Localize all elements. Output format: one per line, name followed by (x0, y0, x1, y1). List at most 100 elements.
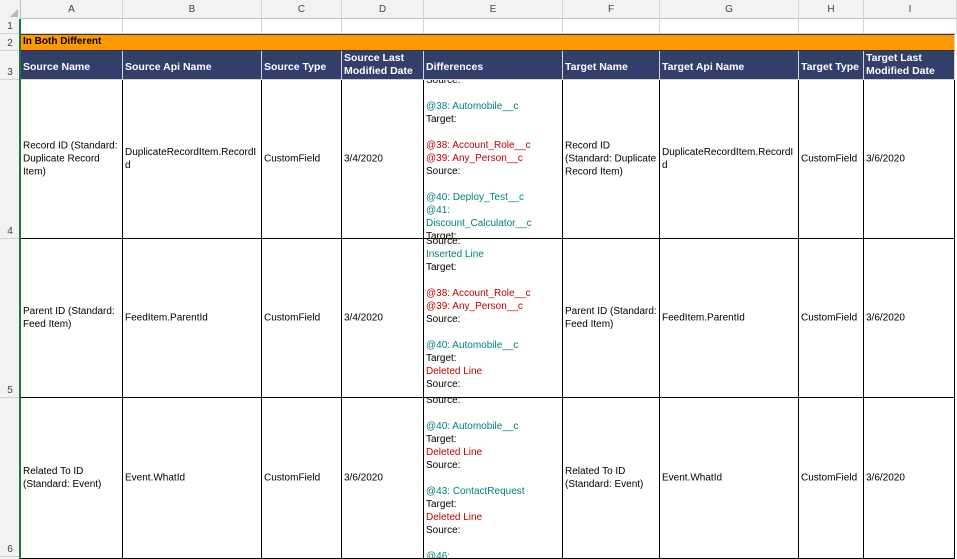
cell-source-date[interactable]: 3/4/2020 (342, 239, 424, 398)
spreadsheet: A B C D E F G H I 1 2 3 4 5 6 In Both Di… (0, 0, 957, 559)
cell-target-api-name[interactable]: DuplicateRecordItem.RecordId (660, 80, 799, 239)
header-label: Source Last Modified Date (344, 52, 421, 78)
cell-source-api-name[interactable]: Event.WhatId (123, 398, 262, 559)
row-header-6[interactable]: 6 (0, 398, 20, 557)
header-source-api-name[interactable]: Source Api Name (123, 51, 262, 80)
cell-source-name[interactable]: Related To ID (Standard: Event) (21, 398, 123, 559)
header-label: Target Type (801, 61, 859, 73)
cell-grid: In Both Different Source Name Source Api… (21, 19, 957, 559)
diff-line (426, 274, 560, 287)
cell-target-name[interactable]: Parent ID (Standard: Feed Item) (563, 239, 660, 398)
header-source-name[interactable]: Source Name (21, 51, 123, 80)
diff-line: @38: Account_Role__c (426, 288, 531, 299)
cell-source-date[interactable]: 3/6/2020 (342, 398, 424, 559)
select-all-corner[interactable] (0, 0, 21, 19)
header-label-line-2: Modified Date (344, 65, 413, 77)
cell-text: Related To ID (Standard: Event) (565, 466, 644, 490)
diff-line: @39: Any_Person__c (426, 301, 523, 312)
column-header-b[interactable]: B (123, 0, 262, 19)
cell-text: CustomField (264, 153, 321, 165)
cell-h1[interactable] (799, 19, 864, 34)
cell-text: CustomField (264, 312, 321, 324)
diff-line (426, 326, 560, 339)
cell-text: Record ID (Standard: Duplicate Record It… (23, 140, 118, 178)
cell-target-name[interactable]: Record ID (Standard: Duplicate Record It… (563, 80, 660, 239)
cell-a1[interactable] (21, 19, 123, 34)
cell-target-type[interactable]: CustomField (799, 80, 864, 239)
diff-line: Source: (426, 525, 461, 536)
header-differences[interactable]: Differences (424, 51, 563, 80)
row-header-label: 1 (7, 21, 13, 32)
section-banner[interactable]: In Both Different (21, 34, 955, 51)
diff-line (426, 407, 560, 420)
diff-line: Source: (426, 166, 461, 177)
header-target-type[interactable]: Target Type (799, 51, 864, 80)
row-header-2[interactable]: 2 (0, 34, 20, 51)
cell-target-name[interactable]: Related To ID (Standard: Event) (563, 398, 660, 559)
header-label: Source Type (264, 61, 327, 73)
column-header-c[interactable]: C (262, 0, 342, 19)
header-source-last-modified[interactable]: Source Last Modified Date (342, 51, 424, 80)
cell-target-date[interactable]: 3/6/2020 (864, 80, 955, 239)
diff-line: Deleted Line (426, 366, 483, 377)
header-target-name[interactable]: Target Name (563, 51, 660, 80)
column-header-a[interactable]: A (21, 0, 123, 19)
row-header-label: 3 (7, 67, 13, 78)
cell-e1[interactable] (424, 19, 563, 34)
cell-source-type[interactable]: CustomField (262, 239, 342, 398)
header-target-last-modified[interactable]: Target Last Modified Date (864, 51, 955, 80)
cell-text: CustomField (801, 312, 858, 324)
cell-target-type[interactable]: CustomField (799, 398, 864, 559)
cell-source-api-name[interactable]: DuplicateRecordItem.RecordId (123, 80, 262, 239)
diff-line: Source: (426, 398, 461, 406)
cell-text: Parent ID (Standard: Feed Item) (565, 306, 657, 330)
row-header-5[interactable]: 5 (0, 239, 20, 398)
cell-b1[interactable] (123, 19, 262, 34)
table-row: Record ID (Standard: Duplicate Record It… (21, 80, 957, 239)
diff-line: @39: Any_Person__c (426, 153, 523, 164)
diff-line (426, 537, 560, 550)
cell-source-name[interactable]: Parent ID (Standard: Feed Item) (21, 239, 123, 398)
header-label-line-1: Target Last (866, 52, 922, 64)
cell-source-type[interactable]: CustomField (262, 398, 342, 559)
cell-target-api-name[interactable]: FeedItem.ParentId (660, 239, 799, 398)
cell-d1[interactable] (342, 19, 424, 34)
cell-source-api-name[interactable]: FeedItem.ParentId (123, 239, 262, 398)
column-header-g[interactable]: G (660, 0, 799, 19)
column-header-f[interactable]: F (563, 0, 660, 19)
diff-line: Target: (426, 114, 457, 125)
cell-text: 3/4/2020 (344, 312, 383, 324)
cell-target-date[interactable]: 3/6/2020 (864, 398, 955, 559)
row-header-1[interactable]: 1 (0, 19, 20, 34)
cell-target-date[interactable]: 3/6/2020 (864, 239, 955, 398)
cell-c1[interactable] (262, 19, 342, 34)
column-header-i[interactable]: I (864, 0, 957, 19)
cell-target-api-name[interactable]: Event.WhatId (660, 398, 799, 559)
header-source-type[interactable]: Source Type (262, 51, 342, 80)
cell-text: FeedItem.ParentId (662, 312, 745, 324)
cell-i1[interactable] (864, 19, 957, 34)
cell-g1[interactable] (660, 19, 799, 34)
cell-differences[interactable]: Source: Inserted Line Target: @38: Account_… (424, 239, 563, 398)
cell-source-type[interactable]: CustomField (262, 80, 342, 239)
column-header-e[interactable]: E (424, 0, 563, 19)
cell-differences[interactable]: Source: @38: Automobile__c Target: @38: Acc… (424, 80, 563, 239)
column-header-d[interactable]: D (342, 0, 424, 19)
cell-target-type[interactable]: CustomField (799, 239, 864, 398)
row-header-4[interactable]: 4 (0, 80, 20, 239)
diff-lines: Source: Inserted Line Target: @38: Account_… (426, 239, 560, 391)
cell-text: DuplicateRecordItem.RecordId (662, 147, 794, 171)
cell-source-date[interactable]: 3/4/2020 (342, 80, 424, 239)
header-target-api-name[interactable]: Target Api Name (660, 51, 799, 80)
cell-source-name[interactable]: Record ID (Standard: Duplicate Record It… (21, 80, 123, 239)
diff-line: @40: Automobile__c (426, 421, 519, 432)
diff-line: Target: (426, 231, 457, 239)
column-header-h[interactable]: H (799, 0, 864, 19)
row-header-3[interactable]: 3 (0, 51, 20, 80)
cell-text: CustomField (801, 472, 858, 484)
row-header-label: 2 (7, 38, 13, 49)
cell-text: CustomField (801, 153, 858, 165)
diff-line (426, 126, 560, 139)
cell-differences[interactable]: Source: @40: Automobile__c Target: Deleted … (424, 398, 563, 559)
cell-f1[interactable] (563, 19, 660, 34)
